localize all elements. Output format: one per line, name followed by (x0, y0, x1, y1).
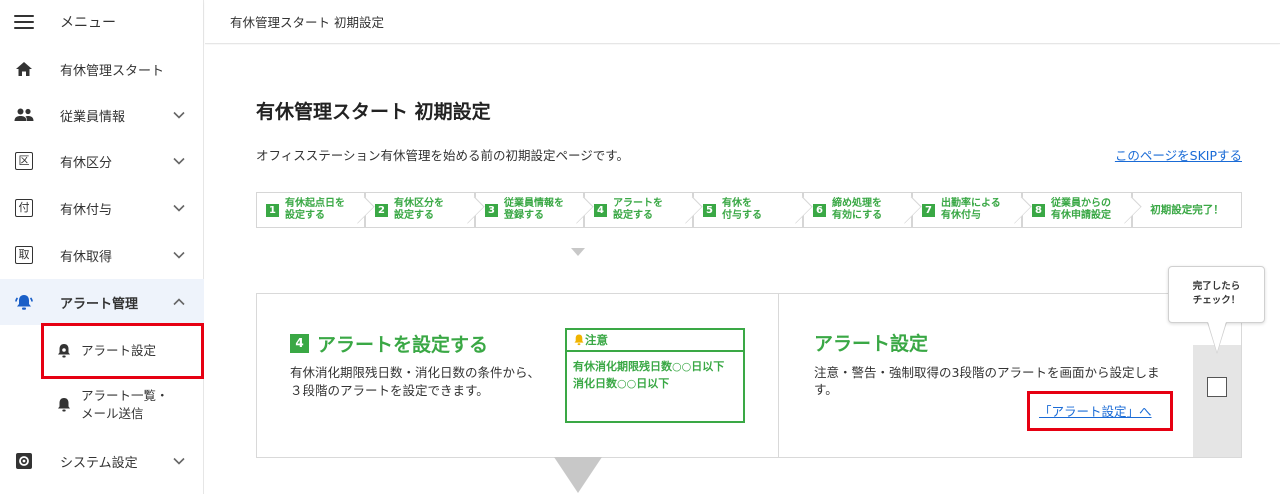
sidebar-item-alert-management[interactable]: アラート管理 (0, 279, 204, 325)
step-8[interactable]: 8 従業員からの 有休申請設定 (1022, 192, 1142, 228)
step-3[interactable]: 3 従業員情報を 登録する (475, 192, 594, 228)
sidebar-item-leave-grant[interactable]: 付 有休付与 (0, 185, 204, 231)
home-icon (14, 59, 34, 79)
step-label: 従業員情報を 登録する (504, 198, 564, 221)
alarm-icon (14, 292, 34, 312)
step-2[interactable]: 2 有休区分を 設定する (365, 192, 485, 228)
sidebar-item-label: 有休付与 (60, 202, 113, 218)
setup-steps: 1 有休起点日を 設定する 2 有休区分を 設定する 3 従業員情報を 登録する 4 … (256, 192, 1242, 228)
card-title-text: アラートを設定する (317, 334, 489, 356)
skip-page-link[interactable]: このページをSKIPする (1115, 145, 1242, 164)
chevron-down-icon[interactable] (172, 201, 186, 215)
ku-icon: 区 (14, 151, 34, 171)
notice-box: 注意 有休消化期限残日数○○日以下 消化日数○○日以下 (565, 328, 745, 423)
gear-icon (14, 451, 34, 471)
step-number: 4 (594, 203, 607, 217)
notice-body: 有休消化期限残日数○○日以下 消化日数○○日以下 (567, 352, 743, 398)
step-label: 有休を 付与する (722, 198, 762, 221)
notice-header: 注意 (567, 330, 743, 352)
card-description: 有休消化期限残日数・消化日数の条件から、３段階のアラートを設定できます。 (290, 365, 541, 398)
step-number: 1 (266, 203, 279, 217)
sidebar-subitem-label: アラート一覧・ メール送信 (81, 387, 169, 423)
step-7[interactable]: 7 出勤率による 有休付与 (912, 192, 1032, 228)
sidebar-item-label: アラート管理 (60, 296, 139, 312)
step-number: 6 (813, 203, 826, 217)
chevron-down-icon[interactable] (172, 454, 186, 468)
highlight-box-alert-settings (41, 323, 204, 379)
shu-icon: 取 (14, 245, 34, 265)
down-arrow-small-icon (571, 248, 585, 256)
bell-icon (58, 398, 70, 412)
step-label: 出勤率による 有休付与 (941, 198, 1001, 221)
down-arrow-large-icon (554, 457, 602, 493)
page-description: オフィスステーション有休管理を始める前の初期設定ページです。 (256, 148, 630, 163)
sidebar-item-leave-taken[interactable]: 取 有休取得 (0, 232, 204, 278)
alert-settings-title: アラート設定 (814, 333, 929, 355)
fu-icon: 付 (14, 198, 34, 218)
hamburger-menu-icon[interactable] (14, 15, 34, 29)
chevron-up-icon[interactable] (172, 295, 186, 309)
step-number: 8 (1032, 203, 1045, 217)
notice-line1: 有休消化期限残日数○○日以下 (573, 360, 725, 373)
chevron-down-icon[interactable] (172, 108, 186, 122)
sidebar-item-label: 有休取得 (60, 249, 113, 265)
step-number: 2 (375, 203, 388, 217)
step-label: 有休区分を 設定する (394, 198, 444, 221)
highlight-box-alert-link (1027, 391, 1173, 431)
completion-checkbox[interactable] (1207, 377, 1227, 397)
step-label: 有休起点日を 設定する (285, 198, 345, 221)
app: メニュー 有休管理スタート 従業員情報 区 有休区分 付 有休付与 取 有休取得… (0, 0, 1280, 494)
sidebar-header: メニュー (0, 0, 203, 44)
step-6[interactable]: 6 締め処理を 有効にする (803, 192, 922, 228)
step-label: アラートを 設定する (613, 198, 663, 221)
step-complete[interactable]: 初期設定完了！ (1132, 192, 1242, 228)
sidebar-item-label: 有休区分 (60, 155, 113, 171)
card-title: 4 アラートを設定する (290, 330, 488, 357)
sidebar-item-label: システム設定 (60, 455, 138, 471)
sidebar-item-label: 有休管理スタート (60, 63, 165, 79)
sidebar-item-label: 従業員情報 (60, 109, 126, 125)
menu-label: メニュー (60, 15, 116, 31)
check-column (1193, 345, 1241, 457)
sidebar-subitem-alert-list[interactable]: アラート一覧・ メール送信 (0, 382, 204, 428)
sidebar: メニュー 有休管理スタート 従業員情報 区 有休区分 付 有休付与 取 有休取得… (0, 0, 204, 494)
step-label: 初期設定完了！ (1150, 204, 1224, 216)
notice-line2: 消化日数○○日以下 (573, 377, 670, 390)
card-left-panel: 4 アラートを設定する 有休消化期限残日数・消化日数の条件から、３段階のアラート… (257, 294, 778, 457)
sidebar-item-leave-category[interactable]: 区 有休区分 (0, 138, 204, 184)
tooltip-line2: チェック！ (1192, 295, 1241, 306)
chevron-down-icon[interactable] (172, 248, 186, 262)
step-number: 7 (922, 203, 935, 217)
people-icon (14, 105, 34, 125)
topbar: 有休管理スタート 初期設定 (205, 0, 1280, 44)
step-4[interactable]: 4 アラートを 設定する (584, 192, 703, 228)
chevron-down-icon[interactable] (172, 154, 186, 168)
sidebar-item-system-settings[interactable]: システム設定 (0, 438, 204, 484)
bell-icon (574, 334, 584, 346)
sidebar-item-employee-info[interactable]: 従業員情報 (0, 92, 204, 138)
tooltip-line1: 完了したら (1192, 281, 1241, 292)
step-1[interactable]: 1 有休起点日を 設定する (256, 192, 375, 228)
step-5[interactable]: 5 有休を 付与する (693, 192, 813, 228)
notice-title: 注意 (585, 333, 608, 347)
step-label: 締め処理を 有効にする (832, 198, 883, 221)
label-line2: メール送信 (81, 406, 144, 421)
step-card: 4 アラートを設定する 有休消化期限残日数・消化日数の条件から、３段階のアラート… (256, 293, 1242, 458)
sidebar-item-leave-start[interactable]: 有休管理スタート (0, 46, 204, 92)
bubble-tail (1208, 322, 1226, 352)
check-tooltip: 完了したら チェック！ (1168, 266, 1265, 323)
label-line1: アラート一覧・ (81, 388, 169, 403)
topbar-title: 有休管理スタート 初期設定 (230, 15, 384, 30)
step-number: 3 (485, 203, 498, 217)
page-title: 有休管理スタート 初期設定 (256, 101, 491, 123)
step-number: 5 (703, 203, 716, 217)
card-step-number: 4 (290, 334, 309, 353)
step-label: 従業員からの 有休申請設定 (1051, 198, 1111, 221)
